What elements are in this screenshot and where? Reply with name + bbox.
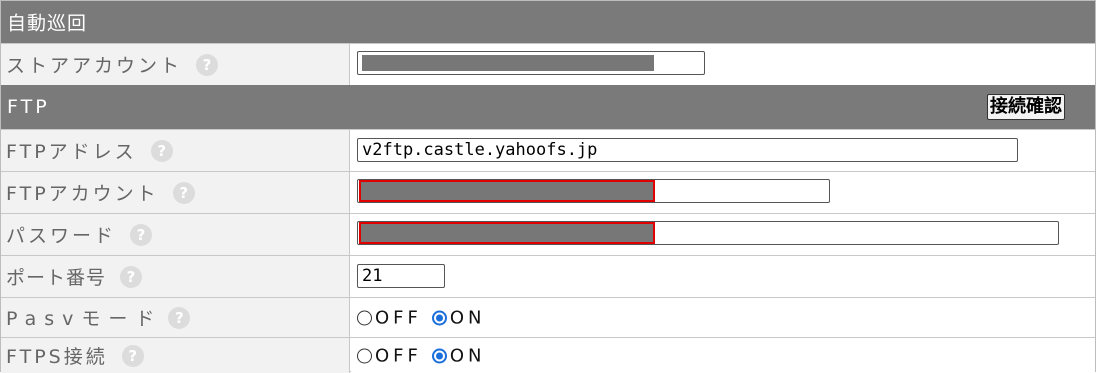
ftp-section-header: FTP 接続確認: [1, 85, 1095, 129]
help-icon[interactable]: ?: [168, 306, 191, 329]
ftps-off-label[interactable]: OFF: [375, 345, 422, 366]
password-label-cell: パスワード ?: [1, 214, 350, 255]
port-input[interactable]: 21: [357, 264, 445, 288]
redacted-ftp-account: [359, 180, 655, 202]
ftps-row: FTPS接続 ? OFF ON: [1, 337, 1095, 373]
redacted-password: [359, 222, 655, 244]
ftps-off-radio[interactable]: [357, 348, 372, 363]
pasv-mode-radio-group: OFF ON: [357, 307, 486, 328]
ftp-account-row: FTPアカウント ?: [1, 171, 1095, 213]
auto-crawl-section-title: 自動巡回: [7, 12, 88, 35]
store-account-label-cell: ストアアカウント ?: [1, 44, 350, 85]
ftp-account-label-cell: FTPアカウント ?: [1, 172, 350, 213]
password-input[interactable]: [357, 221, 1059, 245]
ftp-address-label: FTPアドレス: [6, 141, 137, 163]
port-row: ポート番号 ? 21: [1, 255, 1095, 297]
pasv-on-radio[interactable]: [431, 310, 447, 325]
pasv-mode-row: Pasvモード ? OFF ON: [1, 297, 1095, 337]
redacted-store-account: [362, 55, 654, 71]
ftps-on-label[interactable]: ON: [450, 345, 486, 366]
connection-check-button[interactable]: 接続確認: [987, 94, 1065, 120]
password-value-cell: [351, 214, 1095, 255]
ftp-account-label: FTPアカウント: [6, 183, 159, 205]
ftp-account-input[interactable]: [357, 179, 830, 203]
store-account-value-cell: [351, 44, 1095, 85]
password-row: パスワード ?: [1, 213, 1095, 255]
ftp-address-value-cell: v2ftp.castle.yahoofs.jp: [351, 130, 1095, 171]
store-account-row: ストアアカウント ?: [1, 43, 1095, 85]
port-label-cell: ポート番号 ?: [1, 256, 350, 297]
auto-crawl-settings-form: 自動巡回 ストアアカウント ? FTP 接続確認 FTPアドレス ? v2ftp…: [0, 0, 1096, 373]
help-icon[interactable]: ?: [196, 53, 219, 76]
ftp-address-input[interactable]: v2ftp.castle.yahoofs.jp: [357, 138, 1018, 162]
help-icon[interactable]: ?: [172, 181, 195, 204]
password-label: パスワード: [6, 225, 117, 247]
ftp-address-label-cell: FTPアドレス ?: [1, 130, 350, 171]
pasv-on-label[interactable]: ON: [450, 307, 486, 328]
help-icon[interactable]: ?: [130, 223, 153, 246]
port-label: ポート番号: [6, 267, 107, 289]
ftps-value-cell: OFF ON: [351, 338, 1095, 373]
pasv-off-label[interactable]: OFF: [375, 307, 422, 328]
store-account-label: ストアアカウント: [6, 55, 183, 77]
ftps-radio-group: OFF ON: [357, 345, 486, 366]
pasv-off-radio[interactable]: [357, 310, 372, 325]
port-value-cell: 21: [351, 256, 1095, 297]
ftps-on-radio[interactable]: [431, 348, 447, 363]
help-icon[interactable]: ?: [120, 265, 143, 288]
ftp-section-title: FTP: [7, 96, 50, 118]
store-account-input[interactable]: [357, 51, 705, 75]
ftps-label-cell: FTPS接続 ?: [1, 338, 350, 373]
ftp-account-value-cell: [351, 172, 1095, 213]
help-icon[interactable]: ?: [150, 139, 173, 162]
auto-crawl-section-header: 自動巡回: [1, 1, 1095, 43]
pasv-mode-label-cell: Pasvモード ?: [1, 298, 350, 337]
help-icon[interactable]: ?: [121, 344, 144, 367]
pasv-mode-label: Pasvモード: [6, 308, 163, 330]
ftps-label: FTPS接続: [6, 346, 108, 368]
ftp-address-row: FTPアドレス ? v2ftp.castle.yahoofs.jp: [1, 129, 1095, 171]
pasv-mode-value-cell: OFF ON: [351, 298, 1095, 337]
